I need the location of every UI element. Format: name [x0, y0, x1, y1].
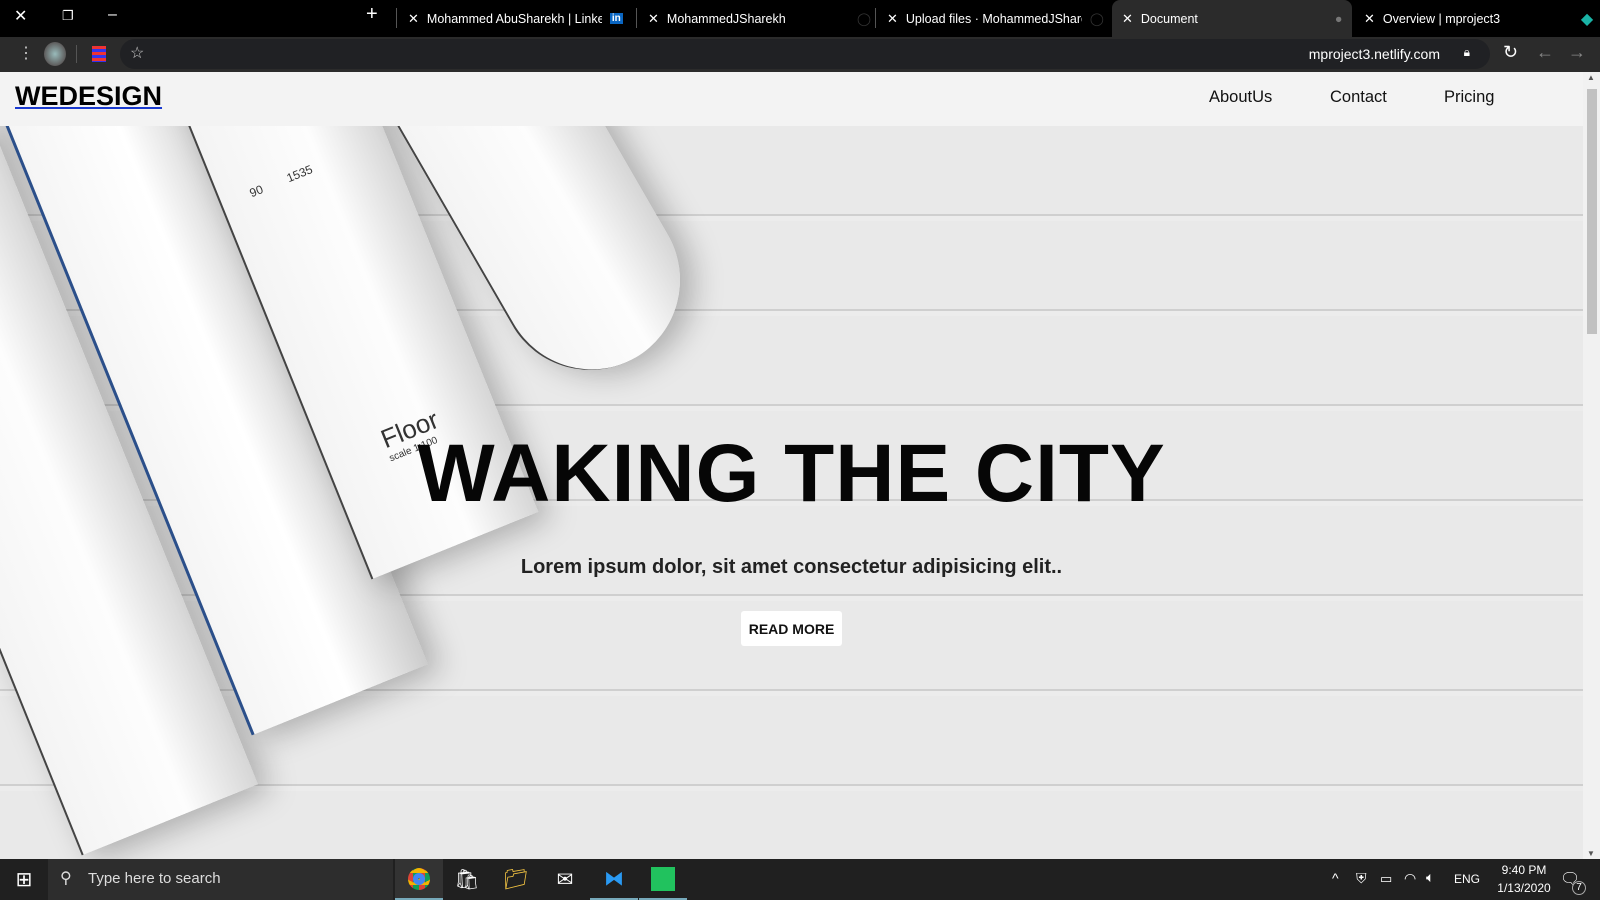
- page-scrollbar[interactable]: ▲ ▼: [1583, 72, 1600, 859]
- toolbar-divider: [76, 45, 77, 63]
- forward-icon[interactable]: →: [1568, 42, 1586, 63]
- tab-netlify[interactable]: ✕ Overview | mproject3 ◆: [1354, 0, 1600, 37]
- bookmark-star-icon[interactable]: ☆: [130, 43, 144, 63]
- volume-icon[interactable]: 🔈︎: [1426, 869, 1434, 886]
- blueprint-dimension: 1535: [284, 162, 315, 186]
- linkedin-icon: in: [609, 13, 623, 24]
- taskbar-search[interactable]: ⚲ Type here to search: [48, 859, 393, 900]
- notification-count: 7: [1572, 881, 1586, 895]
- reload-icon[interactable]: ↻: [1503, 42, 1518, 63]
- scroll-up-icon[interactable]: ▲: [1587, 73, 1595, 82]
- web-page: WEDESIGN AboutUs Contact Pricing Floor s…: [0, 72, 1583, 859]
- scrollbar-thumb[interactable]: [1587, 89, 1597, 334]
- tab-upload-files[interactable]: ✕ Upload files · MohammedJSharek ◯: [877, 0, 1110, 37]
- hero-title: WAKING THE CITY: [417, 428, 1166, 519]
- chrome-icon[interactable]: [395, 859, 443, 900]
- close-tab-icon[interactable]: ✕: [648, 11, 659, 27]
- menu-icon[interactable]: ⋮: [18, 43, 34, 63]
- search-placeholder: Type here to search: [88, 870, 221, 887]
- nav-pricing[interactable]: Pricing: [1444, 88, 1494, 107]
- scroll-down-icon[interactable]: ▼: [1587, 849, 1595, 858]
- blueprint-dimension: 90: [247, 182, 266, 201]
- github-icon: ◯: [1089, 12, 1104, 26]
- read-more-button[interactable]: READ MORE: [741, 611, 842, 646]
- restore-window-icon[interactable]: ❐: [62, 8, 74, 24]
- search-icon: ⚲: [60, 870, 72, 887]
- tab-linkedin[interactable]: ✕ Mohammed AbuSharekh | Linked in: [398, 0, 631, 37]
- file-explorer-icon[interactable]: 📁︎: [492, 859, 540, 900]
- language-indicator[interactable]: ENG: [1454, 872, 1480, 886]
- windows-start-icon[interactable]: ⊞: [0, 859, 48, 900]
- nav-contact[interactable]: Contact: [1330, 88, 1387, 107]
- site-navbar: WEDESIGN AboutUs Contact Pricing: [0, 72, 1583, 126]
- netlify-icon: ◆: [1580, 10, 1594, 28]
- url-text[interactable]: mproject3.netlify.com: [1309, 46, 1440, 62]
- tab-document[interactable]: ✕ Document ●: [1112, 0, 1352, 37]
- tab-bar: ✕ ❐ – + ✕ Mohammed AbuSharekh | Linked in …: [0, 0, 1600, 37]
- clock-time[interactable]: 9:40 PM: [1494, 863, 1554, 877]
- minimize-window-icon[interactable]: –: [108, 6, 117, 24]
- close-tab-icon[interactable]: ✕: [408, 11, 419, 27]
- close-tab-icon[interactable]: ✕: [887, 11, 898, 27]
- github-icon: ◯: [857, 12, 871, 26]
- wifi-icon[interactable]: ◠: [1404, 870, 1416, 887]
- address-bar[interactable]: ☆ mproject3.netlify.com 🔒︎: [120, 39, 1490, 69]
- browser-toolbar: ⋮ ☆ mproject3.netlify.com 🔒︎ ↻ ← →: [0, 37, 1600, 72]
- clock-date[interactable]: 1/13/2020: [1486, 881, 1562, 895]
- globe-icon: ●: [1334, 11, 1343, 26]
- show-hidden-icons[interactable]: ^: [1332, 870, 1339, 886]
- tab-github[interactable]: ✕ MohammedJSharekh ◯: [638, 0, 871, 37]
- site-logo[interactable]: WEDESIGN: [15, 81, 162, 112]
- security-icon[interactable]: ⛨: [1356, 870, 1367, 887]
- back-icon[interactable]: ←: [1536, 42, 1554, 63]
- close-tab-icon[interactable]: ✕: [1364, 11, 1375, 27]
- vscode-icon[interactable]: ⧓: [590, 859, 638, 900]
- lock-icon: 🔒︎: [1463, 45, 1470, 59]
- new-tab-icon[interactable]: +: [366, 3, 378, 26]
- hero-subtitle: Lorem ipsum dolor, sit amet consectetur …: [520, 556, 1063, 578]
- profile-avatar[interactable]: [44, 42, 66, 66]
- nav-aboutus[interactable]: AboutUs: [1209, 88, 1272, 107]
- close-window-icon[interactable]: ✕: [14, 6, 27, 26]
- store-icon[interactable]: 🛍︎: [443, 859, 491, 900]
- windows-taskbar: ⊞ ⚲ Type here to search 🛍︎ 📁︎ ✉ ⧓ ^ ⛨ ▭ ◠…: [0, 859, 1600, 900]
- mail-icon[interactable]: ✉: [541, 859, 589, 900]
- app-icon[interactable]: [639, 859, 687, 900]
- close-tab-icon[interactable]: ✕: [1122, 11, 1133, 27]
- battery-icon[interactable]: ▭: [1380, 871, 1392, 887]
- extension-icon[interactable]: [92, 46, 106, 62]
